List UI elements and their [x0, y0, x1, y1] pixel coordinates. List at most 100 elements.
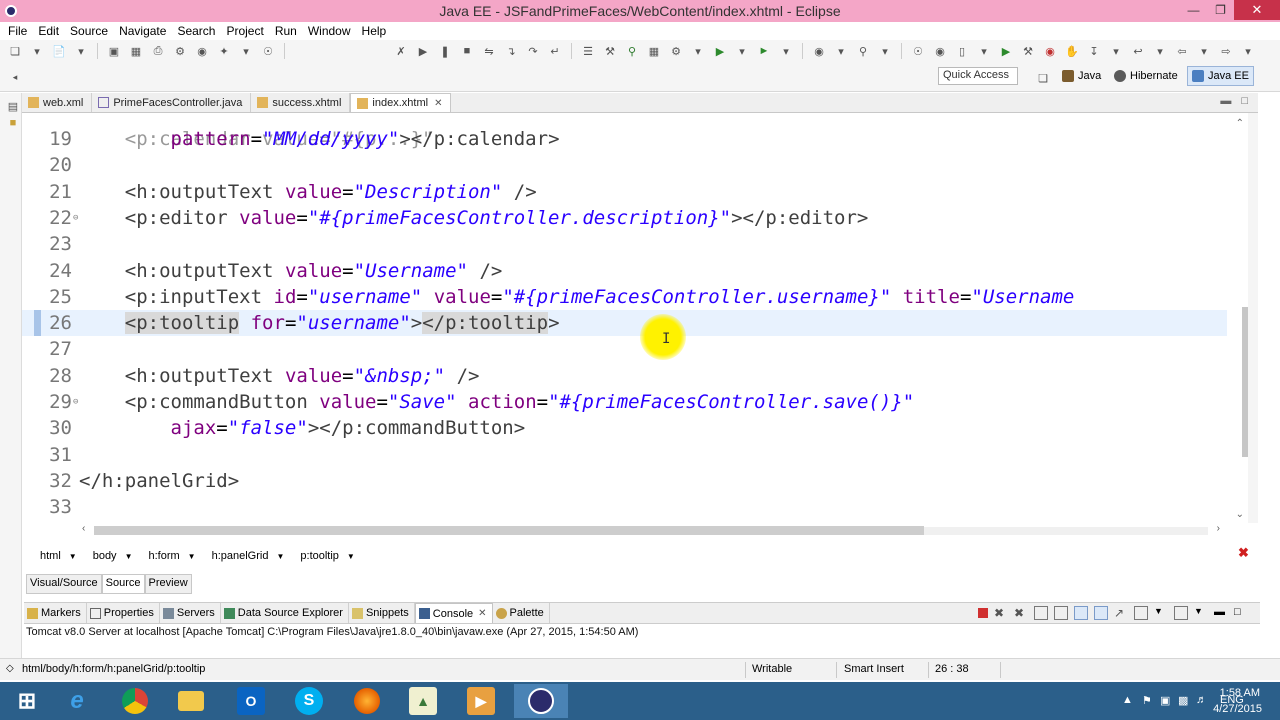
quick-access-input[interactable]: Quick Access: [938, 67, 1018, 85]
hand-icon[interactable]: ✋: [1064, 43, 1080, 59]
network-flag-icon[interactable]: ⚑: [1142, 694, 1152, 707]
forward-icon[interactable]: ⇨: [1218, 43, 1234, 59]
code-line[interactable]: 29 ⊖ <p:commandButton value="Save" action…: [22, 389, 1227, 415]
tab-source[interactable]: Source: [101, 574, 145, 594]
dropdown-icon[interactable]: ▾: [778, 43, 794, 59]
settings-icon[interactable]: ⚙: [668, 43, 684, 59]
display-console-icon[interactable]: [1134, 606, 1148, 620]
dropdown-icon[interactable]: ▾: [1152, 43, 1168, 59]
taskbar-firefox[interactable]: [340, 684, 394, 718]
code-line[interactable]: 28 <h:outputText value="&nbsp;" />: [22, 363, 1227, 389]
clock-time[interactable]: 1:58 AM: [1220, 687, 1260, 699]
show-hidden-icons[interactable]: ▲: [1122, 694, 1133, 706]
code-line[interactable]: 32 </h:panelGrid>: [22, 468, 1227, 494]
dropdown-icon[interactable]: ▼: [1194, 606, 1208, 620]
code-line[interactable]: 31: [22, 442, 1227, 468]
dropdown-icon[interactable]: ▾: [1240, 43, 1256, 59]
debug-icon[interactable]: ⚲: [624, 43, 640, 59]
dropdown-icon[interactable]: ▾: [833, 43, 849, 59]
pin-console-icon[interactable]: ↗: [1114, 606, 1128, 620]
horizontal-scrollbar[interactable]: ‹ ›: [76, 523, 1226, 537]
device-icon[interactable]: ▣: [1160, 694, 1170, 707]
dropdown-icon[interactable]: ▼: [276, 552, 284, 561]
dropdown-icon[interactable]: ▼: [188, 552, 196, 561]
terminate-icon[interactable]: ■: [459, 43, 475, 59]
down-arrow-icon[interactable]: ↧: [1086, 43, 1102, 59]
code-line[interactable]: 26 <p:tooltip for="username"></p:tooltip…: [22, 310, 1227, 337]
breadcrumb-item[interactable]: body ▼: [93, 550, 133, 562]
disconnect-icon[interactable]: ⇋: [481, 43, 497, 59]
status-trim-icon[interactable]: ◇: [6, 663, 14, 674]
scroll-up-icon[interactable]: ⌃: [1236, 118, 1244, 129]
code-line[interactable]: 27: [22, 336, 1227, 362]
breadcrumb-item[interactable]: h:panelGrid ▼: [212, 550, 285, 562]
dropdown-icon[interactable]: ▼: [69, 552, 77, 561]
resume-icon[interactable]: ▶: [415, 43, 431, 59]
menu-search[interactable]: Search: [177, 24, 222, 38]
list-icon[interactable]: ☰: [580, 43, 596, 59]
new-console-icon[interactable]: [1174, 606, 1188, 620]
maximize-icon[interactable]: □: [1234, 606, 1248, 620]
signal-icon[interactable]: ▩: [1178, 694, 1188, 707]
step-over-icon[interactable]: ↷: [525, 43, 541, 59]
vertical-scrollbar[interactable]: ⌃ ⌄: [1228, 113, 1248, 523]
word-wrap-icon[interactable]: [1094, 606, 1108, 620]
back-icon[interactable]: ⇦: [1174, 43, 1190, 59]
taskbar-eclipse[interactable]: [514, 684, 568, 718]
clear-console-icon[interactable]: [1054, 606, 1068, 620]
perspective-java-ee[interactable]: Java EE: [1187, 66, 1254, 86]
taskbar-skype[interactable]: S: [282, 684, 336, 718]
taskbar-internet-explorer[interactable]: e: [50, 684, 104, 718]
code-line[interactable]: 25 <p:inputText id="username" value="#{p…: [22, 284, 1227, 310]
copy-icon[interactable]: [1034, 606, 1048, 620]
taskbar-media-app[interactable]: ▶: [454, 684, 508, 718]
open-perspective-icon[interactable]: ❏: [1035, 70, 1051, 86]
tab-preview[interactable]: Preview: [144, 574, 192, 594]
clock-date[interactable]: 4/27/2015: [1213, 703, 1262, 715]
menu-help[interactable]: Help: [362, 24, 394, 38]
wand-icon[interactable]: ✦: [216, 43, 232, 59]
dropdown-icon[interactable]: ◂: [7, 69, 23, 85]
remove-launch-icon[interactable]: ✖: [994, 606, 1008, 620]
globe-icon[interactable]: ☉: [260, 43, 276, 59]
next-annotation-icon[interactable]: ↩: [1130, 43, 1146, 59]
play-icon[interactable]: ▶: [998, 43, 1014, 59]
horizontal-scroll-thumb[interactable]: [94, 526, 924, 535]
scroll-down-icon[interactable]: ⌄: [1236, 509, 1244, 520]
dropdown-icon[interactable]: ▾: [976, 43, 992, 59]
dropdown-icon[interactable]: ▾: [690, 43, 706, 59]
terminate-icon[interactable]: [978, 608, 988, 618]
tab-snippets[interactable]: Snippets: [349, 603, 415, 623]
breadcrumb-item[interactable]: html ▼: [40, 550, 77, 562]
pin-icon[interactable]: ▯: [954, 43, 970, 59]
close-button[interactable]: ✕: [1234, 0, 1280, 20]
breadcrumb-item[interactable]: h:form ▼: [148, 550, 195, 562]
tools-icon[interactable]: ⚒: [602, 43, 618, 59]
print-icon[interactable]: ⎙: [150, 43, 166, 59]
taskbar-outlook[interactable]: O: [224, 684, 278, 718]
dropdown-icon[interactable]: ▼: [347, 552, 355, 561]
taskbar-file-explorer[interactable]: [164, 684, 218, 718]
tab-console[interactable]: Console ✕: [414, 603, 493, 623]
tab-primefaces-controller[interactable]: PrimeFacesController.java: [92, 93, 252, 112]
menu-navigate[interactable]: Navigate: [119, 24, 173, 38]
menu-file[interactable]: File: [8, 24, 34, 38]
dropdown-icon[interactable]: ▾: [1196, 43, 1212, 59]
close-breadcrumb-icon[interactable]: ✖: [1238, 545, 1249, 561]
open-type-icon[interactable]: ◉: [811, 43, 827, 59]
code-line[interactable]: 21 <h:outputText value="Description" />: [22, 179, 1227, 205]
step-return-icon[interactable]: ↵: [547, 43, 563, 59]
breadcrumb-item[interactable]: p:tooltip ▼: [300, 550, 354, 562]
run-icon[interactable]: ▶: [712, 43, 728, 59]
code-line[interactable]: 20: [22, 152, 1227, 178]
code-line[interactable]: 33: [22, 494, 1227, 520]
overview-ruler[interactable]: [1248, 113, 1258, 523]
minimize-button[interactable]: —: [1180, 0, 1207, 20]
remove-all-icon[interactable]: ✖: [1014, 606, 1028, 620]
save-icon[interactable]: ▣: [106, 43, 122, 59]
project-explorer-icon[interactable]: ■: [5, 115, 21, 131]
perspective-java[interactable]: Java: [1058, 66, 1105, 86]
minimize-icon[interactable]: ▬: [1220, 95, 1231, 107]
dropdown-icon[interactable]: ▾: [1108, 43, 1124, 59]
stop-icon[interactable]: ◉: [1042, 43, 1058, 59]
